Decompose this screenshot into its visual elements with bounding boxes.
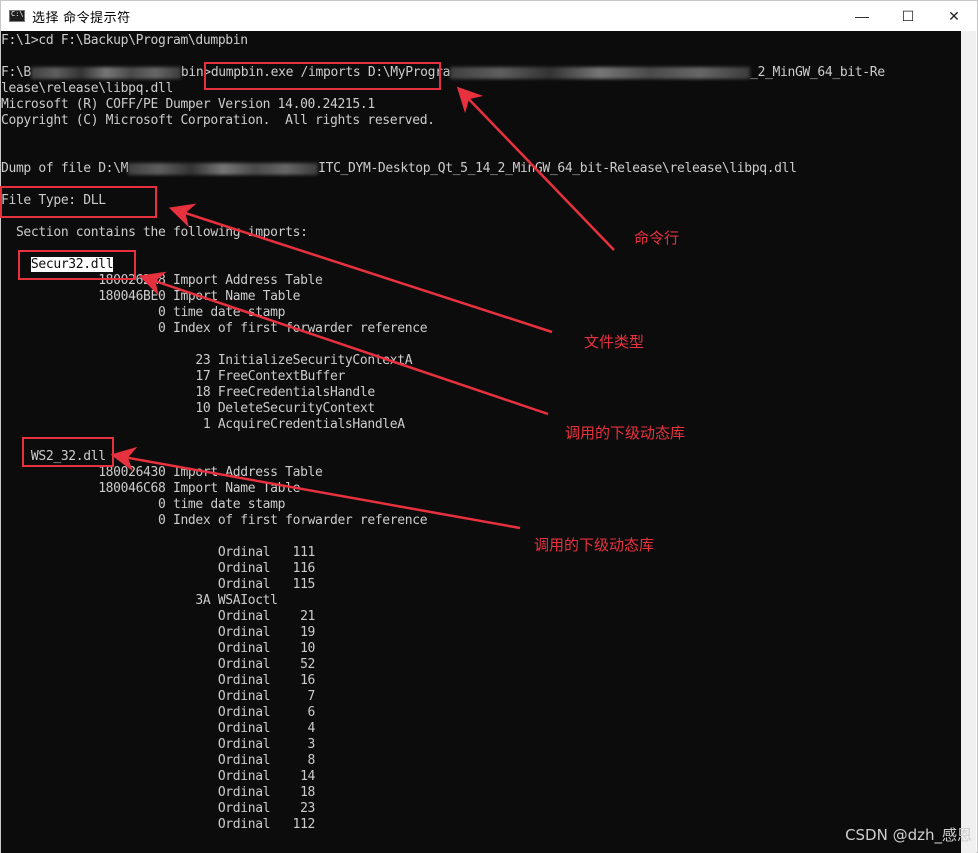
- terminal-line-text: 17 FreeContextBuffer: [1, 369, 345, 384]
- terminal-line-text: Ordinal 112: [1, 817, 316, 832]
- terminal-line: Ordinal 4: [1, 721, 316, 737]
- terminal-line-text: 18 FreeCredentialsHandle: [1, 385, 375, 400]
- terminal-line: 180046C68 Import Name Table: [1, 481, 300, 497]
- terminal-line: Microsoft (R) COFF/PE Dumper Version 14.…: [1, 97, 375, 113]
- terminal-line: Ordinal 19: [1, 625, 316, 641]
- title-bar[interactable]: 选择 命令提示符 — ☐ ✕: [1, 1, 977, 31]
- terminal-line: Ordinal 14: [1, 769, 316, 785]
- command-highlight-box: [204, 62, 441, 90]
- terminal-line: 0 time date stamp: [1, 305, 285, 321]
- terminal-line: Dump of file D:\M ITC_DYM-Desktop_Qt_5_14…: [1, 161, 797, 177]
- terminal-line: 0 Index of first forwarder reference: [1, 513, 428, 529]
- terminal-line: Ordinal 112: [1, 817, 316, 833]
- terminal-line-text: Ordinal 19: [1, 625, 316, 640]
- terminal-line-text: 0 Index of first forwarder reference: [1, 321, 428, 336]
- terminal-line-text: Microsoft (R) COFF/PE Dumper Version 14.…: [1, 97, 375, 112]
- terminal-line-text: 0 Index of first forwarder reference: [1, 513, 428, 528]
- terminal-line-text: Ordinal 52: [1, 657, 316, 672]
- terminal-line-text: F:\1>cd F:\Backup\Program\dumpbin: [1, 33, 248, 48]
- terminal-line-text: 0 time date stamp: [1, 305, 286, 320]
- secur32-highlight-box: [18, 250, 136, 280]
- minimize-button[interactable]: —: [839, 1, 885, 31]
- terminal-line: Ordinal 116: [1, 561, 316, 577]
- terminal-line-text: 3A WSAIoctl: [1, 593, 278, 608]
- terminal-line-text: Ordinal 14: [1, 769, 316, 784]
- terminal-line: 23 InitializeSecurityContextA: [1, 353, 412, 369]
- terminal-line-text: _2_MinGW_64_bit-Re: [750, 65, 885, 80]
- terminal-line: Ordinal 8: [1, 753, 316, 769]
- redacted-text: [30, 66, 181, 79]
- terminal-line: Ordinal 18: [1, 785, 316, 801]
- terminal-line: 0 Index of first forwarder reference: [1, 321, 428, 337]
- terminal-line: Ordinal 10: [1, 641, 316, 657]
- terminal-line-text: Ordinal 3: [1, 737, 316, 752]
- terminal-line-text: 180026430 Import Address Table: [1, 465, 323, 480]
- terminal-line-text: F:\B: [1, 65, 31, 80]
- terminal-line-text: lease\release\libpq.dll: [1, 81, 173, 96]
- terminal-line-text: ITC_DYM-Desktop_Qt_5_14_2_MinGW_64_bit-R…: [318, 161, 797, 176]
- terminal-line: Ordinal 6: [1, 705, 316, 721]
- terminal-output[interactable]: F:\1>cd F:\Backup\Program\dumpbin F:\B bin…: [1, 31, 961, 853]
- terminal-line-text: Ordinal 8: [1, 753, 316, 768]
- terminal-line: 3A WSAIoctl: [1, 593, 278, 609]
- terminal-line: 1 AcquireCredentialsHandleA: [1, 417, 405, 433]
- terminal-line-text: Section contains the following imports:: [1, 225, 308, 240]
- close-button[interactable]: ✕: [931, 1, 977, 31]
- terminal-line: Ordinal 3: [1, 737, 316, 753]
- terminal-line: Ordinal 52: [1, 657, 316, 673]
- terminal-line-text: Ordinal 4: [1, 721, 316, 736]
- terminal-line: 10 DeleteSecurityContext: [1, 401, 375, 417]
- terminal-line-text: Ordinal 115: [1, 577, 316, 592]
- terminal-line-text: 0 time date stamp: [1, 497, 286, 512]
- terminal-line: Copyright (C) Microsoft Corporation. All…: [1, 113, 435, 129]
- terminal-line-text: 10 DeleteSecurityContext: [1, 401, 375, 416]
- redacted-text: [128, 162, 319, 175]
- terminal-line-text: Ordinal 18: [1, 785, 316, 800]
- annotation-dependency-1: 调用的下级动态库: [565, 424, 686, 442]
- watermark: CSDN @dzh_感恩: [845, 826, 972, 844]
- terminal-line: 180026430 Import Address Table: [1, 465, 323, 481]
- terminal-line: Ordinal 16: [1, 673, 316, 689]
- terminal-line-text: Ordinal 6: [1, 705, 316, 720]
- annotation-file-type: 文件类型: [584, 333, 645, 351]
- terminal-line-text: Ordinal 21: [1, 609, 316, 624]
- terminal-line: Ordinal 7: [1, 689, 316, 705]
- vertical-scrollbar[interactable]: [961, 31, 976, 853]
- console-window: 选择 命令提示符 — ☐ ✕ F:\1>cd F:\Backup\Program…: [0, 0, 978, 853]
- terminal-line-text: 23 InitializeSecurityContextA: [1, 353, 413, 368]
- terminal-line-text: Dump of file D:\M: [1, 161, 129, 176]
- maximize-button[interactable]: ☐: [885, 1, 931, 31]
- terminal-line: Section contains the following imports:: [1, 225, 308, 241]
- terminal-line-text: Ordinal 16: [1, 673, 316, 688]
- terminal-line: 0 time date stamp: [1, 497, 285, 513]
- terminal-line: 180046BE0 Import Name Table: [1, 289, 300, 305]
- terminal-line: Ordinal 115: [1, 577, 316, 593]
- terminal-line: Ordinal 23: [1, 801, 316, 817]
- terminal-line: F:\B bin>dumpbin.exe /imports D:\MyProgra…: [1, 65, 885, 81]
- ws2-highlight-box: [22, 437, 114, 467]
- terminal-line: lease\release\libpq.dll: [1, 81, 173, 97]
- terminal-line-text: 180046C68 Import Name Table: [1, 481, 301, 496]
- terminal-line-text: Ordinal 7: [1, 689, 316, 704]
- annotation-command-line: 命令行: [634, 229, 680, 247]
- terminal-line: 18 FreeCredentialsHandle: [1, 385, 375, 401]
- terminal-line: 17 FreeContextBuffer: [1, 369, 345, 385]
- terminal-line-text: Ordinal 23: [1, 801, 316, 816]
- redacted-text: [450, 66, 751, 79]
- terminal-line: Ordinal 21: [1, 609, 316, 625]
- terminal-line-text: 180046BE0 Import Name Table: [1, 289, 301, 304]
- terminal-line: F:\1>cd F:\Backup\Program\dumpbin: [1, 33, 248, 49]
- terminal-line-text: Copyright (C) Microsoft Corporation. All…: [1, 113, 435, 128]
- window-controls: — ☐ ✕: [839, 1, 977, 31]
- annotation-dependency-2: 调用的下级动态库: [534, 536, 655, 554]
- filetype-highlight-box: [0, 186, 157, 218]
- terminal-line: Ordinal 111: [1, 545, 316, 561]
- terminal-line-text: 1 AcquireCredentialsHandleA: [1, 417, 405, 432]
- terminal-line-text: Ordinal 116: [1, 561, 316, 576]
- window-title: 选择 命令提示符: [32, 9, 131, 25]
- cmd-app-icon: [9, 10, 25, 22]
- terminal-line-text: Ordinal 10: [1, 641, 316, 656]
- terminal-line-text: Ordinal 111: [1, 545, 316, 560]
